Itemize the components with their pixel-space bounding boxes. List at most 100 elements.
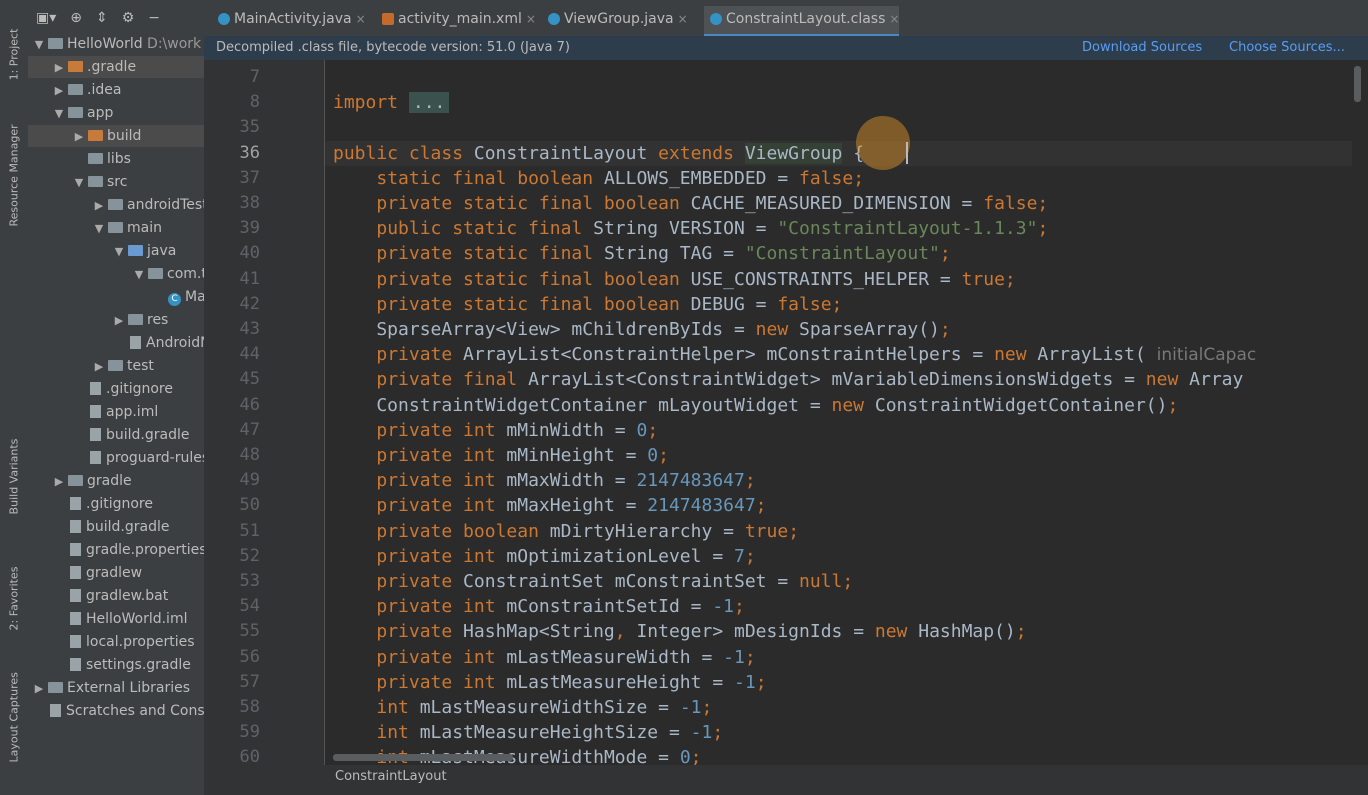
- tree-item[interactable]: .gitignore: [28, 378, 204, 400]
- chevron-right-icon[interactable]: ▶: [32, 678, 46, 700]
- chevron-right-icon[interactable]: ▶: [112, 310, 126, 332]
- chevron-right-icon[interactable]: ▶: [92, 356, 106, 378]
- code-line[interactable]: private static final boolean CACHE_MEASU…: [325, 191, 1355, 216]
- tree-item[interactable]: ▶ build: [28, 125, 204, 148]
- scrollbar-thumb[interactable]: [1354, 66, 1361, 102]
- chevron-right-icon[interactable]: ▶: [52, 471, 66, 493]
- hide-icon[interactable]: −: [148, 10, 160, 26]
- tree-item[interactable]: gradlew.bat: [28, 585, 204, 607]
- code-line[interactable]: private int mLastMeasureWidth = -1;: [325, 645, 1355, 670]
- tree-item[interactable]: libs: [28, 148, 204, 170]
- choose-sources-link[interactable]: Choose Sources...: [1229, 36, 1345, 60]
- close-icon[interactable]: ×: [356, 12, 366, 26]
- gear-icon[interactable]: ⚙: [122, 10, 135, 26]
- tree-item[interactable]: ▶ External Libraries: [28, 677, 204, 700]
- line-number: 38: [239, 193, 260, 213]
- vertical-scrollbar[interactable]: [1352, 60, 1368, 765]
- code-line[interactable]: int mLastMeasureHeightSize = -1;: [325, 720, 1355, 745]
- tree-item[interactable]: ▶ androidTest: [28, 194, 204, 217]
- code-line[interactable]: public static final String VERSION = "Co…: [325, 216, 1355, 241]
- close-icon[interactable]: ×: [526, 12, 536, 26]
- code-line[interactable]: private static final boolean USE_CONSTRA…: [325, 267, 1355, 292]
- code-line[interactable]: private HashMap<String, Integer> mDesign…: [325, 619, 1355, 644]
- editor-tab[interactable]: ViewGroup.java ×: [542, 6, 688, 34]
- breadcrumb[interactable]: ConstraintLayout: [335, 765, 447, 789]
- tree-item[interactable]: build.gradle: [28, 516, 204, 538]
- tree-item[interactable]: gradlew: [28, 562, 204, 584]
- code-line[interactable]: [325, 65, 1355, 90]
- code-line[interactable]: private static final String TAG = "Const…: [325, 241, 1355, 266]
- chevron-right-icon[interactable]: ▶: [52, 57, 66, 79]
- chevron-down-icon[interactable]: ▼: [72, 172, 86, 194]
- tree-item[interactable]: ▼ com.t: [28, 263, 204, 286]
- chevron-down-icon[interactable]: ▼: [92, 218, 106, 240]
- tree-item[interactable]: ▼ app: [28, 102, 204, 125]
- code-line[interactable]: private int mConstraintSetId = -1;: [325, 594, 1355, 619]
- tree-item[interactable]: .gitignore: [28, 493, 204, 515]
- tree-item[interactable]: ▼ src: [28, 171, 204, 194]
- editor-tab[interactable]: ConstraintLayout.class ×: [704, 6, 900, 37]
- tree-item[interactable]: ▼ main: [28, 217, 204, 240]
- code-line[interactable]: private boolean mDirtyHierarchy = true;: [325, 519, 1355, 544]
- chevron-right-icon[interactable]: ▶: [92, 195, 106, 217]
- editor-tab[interactable]: activity_main.xml ×: [376, 6, 536, 34]
- tree-item[interactable]: gradle.properties: [28, 539, 204, 561]
- tree-item[interactable]: ▶ test: [28, 355, 204, 378]
- tree-item[interactable]: ▶ gradle: [28, 470, 204, 493]
- close-icon[interactable]: ×: [889, 12, 899, 26]
- tool-tab-project[interactable]: 1: Project: [0, 14, 28, 102]
- locate-icon[interactable]: ⊕: [70, 10, 82, 26]
- code-line[interactable]: private int mMinWidth = 0;: [325, 418, 1355, 443]
- code-line[interactable]: private int mOptimizationLevel = 7;: [325, 544, 1355, 569]
- tree-item[interactable]: app.iml: [28, 401, 204, 423]
- code-line[interactable]: import ...: [325, 90, 1355, 115]
- tool-tab-build-variants[interactable]: Build Variants: [0, 430, 28, 530]
- tool-tab-resource-manager[interactable]: Resource Manager: [0, 116, 28, 256]
- tree-item[interactable]: ▼ java: [28, 240, 204, 263]
- collapse-icon[interactable]: ⇕: [96, 10, 108, 26]
- tree-item[interactable]: AndroidM: [28, 332, 204, 354]
- code-line[interactable]: private final ArrayList<ConstraintWidget…: [325, 367, 1355, 392]
- chevron-right-icon[interactable]: ▶: [72, 126, 86, 148]
- tree-item[interactable]: settings.gradle: [28, 654, 204, 676]
- chevron-down-icon[interactable]: ▼: [32, 34, 46, 56]
- tree-item[interactable]: ▼ HelloWorld D:\work: [28, 33, 204, 56]
- tree-item[interactable]: local.properties: [28, 631, 204, 653]
- code-line[interactable]: private int mLastMeasureHeight = -1;: [325, 670, 1355, 695]
- tree-item[interactable]: HelloWorld.iml: [28, 608, 204, 630]
- download-sources-link[interactable]: Download Sources: [1082, 36, 1202, 60]
- code-line[interactable]: private int mMaxHeight = 2147483647;: [325, 493, 1355, 518]
- project-view-dropdown-icon[interactable]: ▣▾: [36, 10, 56, 26]
- tree-item[interactable]: Scratches and Conso: [28, 700, 204, 722]
- code-line[interactable]: int mLastMeasureWidthSize = -1;: [325, 695, 1355, 720]
- code-line[interactable]: private int mMinHeight = 0;: [325, 443, 1355, 468]
- code-line[interactable]: public class ConstraintLayout extends Vi…: [325, 140, 1355, 166]
- code-line[interactable]: [325, 115, 1355, 140]
- editor-tab[interactable]: MainActivity.java ×: [212, 6, 366, 34]
- code-line[interactable]: private int mMaxWidth = 2147483647;: [325, 468, 1355, 493]
- code-line[interactable]: private ConstraintSet mConstraintSet = n…: [325, 569, 1355, 594]
- horizontal-scrollbar-thumb[interactable]: [333, 754, 513, 761]
- close-icon[interactable]: ×: [678, 12, 688, 26]
- code-line[interactable]: static final boolean ALLOWS_EMBEDDED = f…: [325, 166, 1355, 191]
- chevron-down-icon[interactable]: ▼: [112, 241, 126, 263]
- tree-item[interactable]: ▶ .idea: [28, 79, 204, 102]
- chevron-down-icon[interactable]: ▼: [132, 264, 146, 286]
- chevron-down-icon[interactable]: ▼: [52, 103, 66, 125]
- tool-tab-layout-captures[interactable]: Layout Captures: [0, 666, 28, 776]
- code-line[interactable]: ConstraintWidgetContainer mLayoutWidget …: [325, 393, 1355, 418]
- tree-item[interactable]: ▶ res: [28, 309, 204, 332]
- code-line[interactable]: private static final boolean DEBUG = fal…: [325, 292, 1355, 317]
- tree-item[interactable]: build.gradle: [28, 424, 204, 446]
- tree-item[interactable]: C Ma: [28, 286, 204, 308]
- code-line[interactable]: SparseArray<View> mChildrenByIds = new S…: [325, 317, 1355, 342]
- chevron-right-icon[interactable]: ▶: [52, 80, 66, 102]
- tool-tab-favorites[interactable]: 2: Favorites: [0, 556, 28, 646]
- code-editor[interactable]: import ... public class ConstraintLayout …: [325, 60, 1355, 765]
- tree-item[interactable]: ▶ .gradle: [28, 56, 204, 79]
- code-line[interactable]: private ArrayList<ConstraintHelper> mCon…: [325, 342, 1355, 367]
- tree-item[interactable]: proguard-rules: [28, 447, 204, 469]
